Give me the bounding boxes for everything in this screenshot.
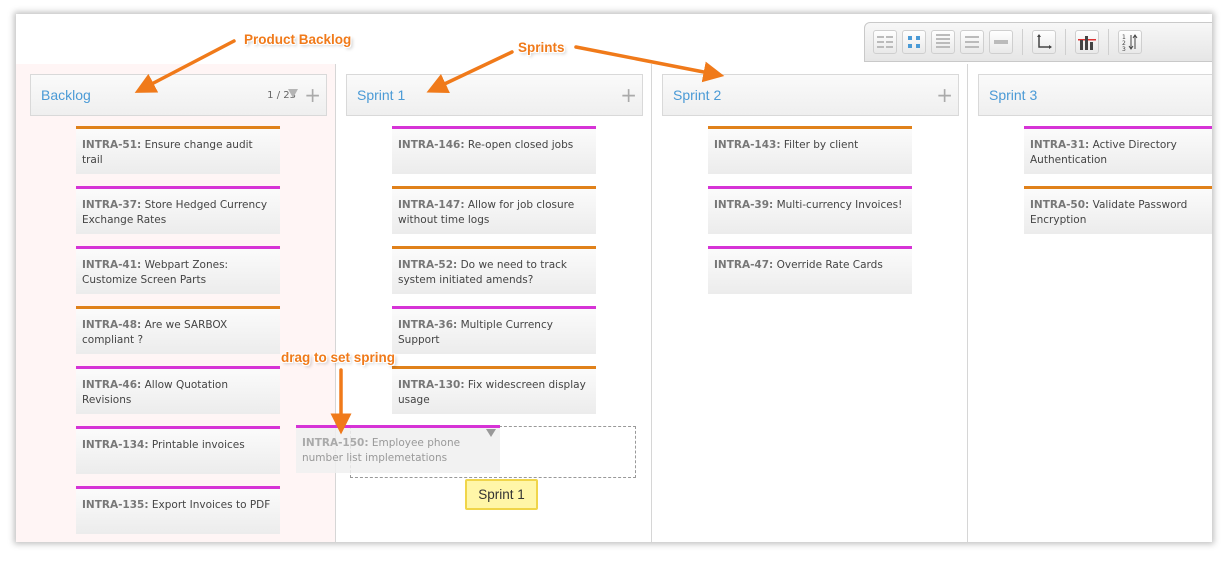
lines-view-button[interactable]: [960, 30, 984, 54]
column-title: Sprint 1: [357, 87, 406, 103]
card[interactable]: INTRA-146: Re-open closed jobs: [392, 126, 596, 174]
card-key: INTRA-147:: [398, 199, 465, 211]
toolbar-separator: [1022, 29, 1023, 55]
sort-icon: 123: [1122, 34, 1138, 51]
card-key: INTRA-134:: [82, 439, 149, 451]
lines-view-icon: [965, 36, 979, 48]
axis-icon: [1037, 34, 1052, 49]
card-title: Override Rate Cards: [776, 259, 883, 271]
card-key: INTRA-31:: [1030, 139, 1090, 151]
card-title: Re-open closed jobs: [467, 139, 574, 151]
card[interactable]: INTRA-143: Filter by client: [708, 126, 912, 174]
sort-button[interactable]: 123: [1118, 30, 1142, 54]
sprint-2-header[interactable]: Sprint 2 +: [662, 74, 959, 116]
card-key: INTRA-143:: [714, 139, 781, 151]
card[interactable]: INTRA-130: Fix widescreen display usage: [392, 366, 596, 414]
card[interactable]: INTRA-51: Ensure change audit trail: [76, 126, 280, 174]
card-key: INTRA-150:: [302, 437, 369, 449]
card[interactable]: INTRA-46: Allow Quotation Revisions: [76, 366, 280, 414]
sprint-3-header[interactable]: Sprint 3: [978, 74, 1212, 116]
column-title: Sprint 2: [673, 87, 722, 103]
rows-view-button[interactable]: [931, 30, 955, 54]
drag-target-tooltip: Sprint 1: [465, 479, 538, 510]
backlog-header[interactable]: Backlog 1 / 23 +: [30, 74, 327, 116]
card-key: INTRA-135:: [82, 499, 149, 511]
card-key: INTRA-36:: [398, 319, 458, 331]
toolbar-separator: [1065, 29, 1066, 55]
collapse-view-button[interactable]: [989, 30, 1013, 54]
card-title: Filter by client: [783, 139, 859, 151]
card-title: Export Invoices to PDF: [151, 499, 271, 511]
card[interactable]: INTRA-52: Do we need to track system ini…: [392, 246, 596, 294]
sprint-3-column: Sprint 3 INTRA-31: Active Directory Auth…: [968, 64, 1212, 542]
sprint-2-column: Sprint 2 + INTRA-143: Filter by client I…: [652, 64, 968, 542]
add-card-button[interactable]: +: [936, 85, 953, 105]
card[interactable]: INTRA-36: Multiple Currency Support: [392, 306, 596, 354]
column-title: Backlog: [41, 87, 91, 103]
card[interactable]: INTRA-134: Printable invoices: [76, 426, 280, 474]
card[interactable]: INTRA-50: Validate Password Encryption: [1024, 186, 1212, 234]
add-card-button[interactable]: +: [620, 85, 637, 105]
toolbar-separator: [1108, 29, 1109, 55]
grid-view-icon: [908, 36, 920, 48]
card-key: INTRA-39:: [714, 199, 774, 211]
svg-text:3: 3: [1122, 46, 1126, 51]
card-title: Multi-currency Invoices!: [776, 199, 903, 211]
bar-chart-button[interactable]: [1075, 30, 1099, 54]
bar-chart-icon: [1078, 36, 1096, 50]
card-key: INTRA-130:: [398, 379, 465, 391]
card-key: INTRA-146:: [398, 139, 465, 151]
card[interactable]: INTRA-135: Export Invoices to PDF: [76, 486, 280, 534]
card-key: INTRA-52:: [398, 259, 458, 271]
card-key: INTRA-50:: [1030, 199, 1090, 211]
card[interactable]: INTRA-147: Allow for job closure without…: [392, 186, 596, 234]
list-view-button[interactable]: [873, 30, 897, 54]
column-title: Sprint 3: [989, 87, 1038, 103]
card-key: INTRA-51:: [82, 139, 142, 151]
card-key: INTRA-41:: [82, 259, 142, 271]
card-title: Printable invoices: [151, 439, 245, 451]
axis-button[interactable]: [1032, 30, 1056, 54]
grid-view-button[interactable]: [902, 30, 926, 54]
collapse-view-icon: [994, 40, 1008, 44]
card[interactable]: INTRA-48: Are we SARBOX compliant ?: [76, 306, 280, 354]
triangle-down-icon[interactable]: [287, 87, 299, 99]
card[interactable]: INTRA-37: Store Hedged Currency Exchange…: [76, 186, 280, 234]
scrum-board: Backlog 1 / 23 + INTRA-51: Ensure change…: [16, 14, 1212, 542]
triangle-down-icon: [486, 429, 496, 437]
annotation-product-backlog: Product Backlog: [244, 32, 352, 47]
add-card-button[interactable]: +: [304, 85, 321, 105]
card[interactable]: INTRA-47: Override Rate Cards: [708, 246, 912, 294]
card[interactable]: INTRA-31: Active Directory Authenticatio…: [1024, 126, 1212, 174]
backlog-column: Backlog 1 / 23 + INTRA-51: Ensure change…: [16, 64, 336, 542]
dragged-card[interactable]: INTRA-150: Employee phone number list im…: [296, 425, 500, 473]
card-key: INTRA-48:: [82, 319, 142, 331]
sprint-1-header[interactable]: Sprint 1 +: [346, 74, 643, 116]
view-toolbar: 123: [864, 22, 1212, 62]
card-key: INTRA-37:: [82, 199, 142, 211]
card[interactable]: INTRA-41: Webpart Zones: Customize Scree…: [76, 246, 280, 294]
annotation-drag-hint: drag to set spring: [281, 350, 396, 365]
card-key: INTRA-47:: [714, 259, 774, 271]
card-key: INTRA-46:: [82, 379, 142, 391]
annotation-sprints: Sprints: [518, 40, 565, 55]
card[interactable]: INTRA-39: Multi-currency Invoices!: [708, 186, 912, 234]
rows-view-icon: [936, 34, 950, 48]
list-view-icon: [877, 36, 893, 48]
